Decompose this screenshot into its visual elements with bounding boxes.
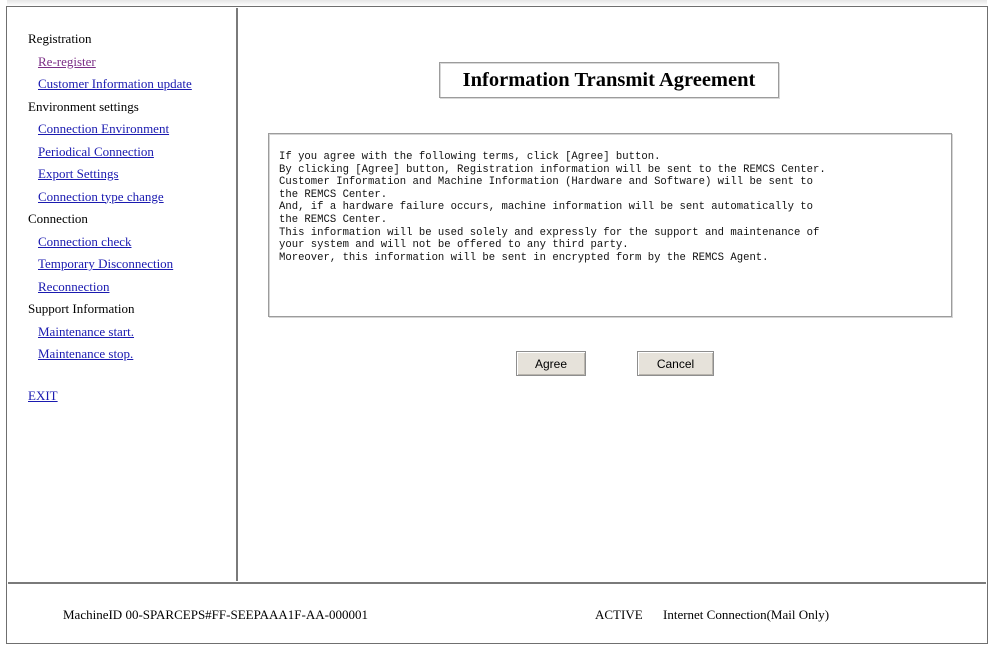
status-footer: MachineID 00-SPARCEPS#FF-SEEPAAA1F-AA-00… [8,582,986,643]
sidebar-item-periodical-connection[interactable]: Periodical Connection [28,141,154,164]
page-title: Information Transmit Agreement [439,62,779,98]
sidebar-item-re-register[interactable]: Re-register [28,51,96,74]
connection-type-text: Internet Connection(Mail Only) [663,607,830,622]
sidebar-item-connection-type-change[interactable]: Connection type change [28,186,164,209]
sidebar-item-connection-check[interactable]: Connection check [28,231,132,254]
terms-line: And, if a hardware failure occurs, machi… [279,201,814,214]
status-badge: ACTIVE [595,607,643,622]
sidebar-item-export-settings[interactable]: Export Settings [28,163,119,186]
main-panel: Information Transmit Agreement If you ag… [240,8,987,581]
sidebar-group-support-information: Support Information [28,301,135,316]
machine-id-text: MachineID 00-SPARCEPS#FF-SEEPAAA1F-AA-00… [63,607,368,622]
sidebar-item-customer-information-update[interactable]: Customer Information update [28,73,192,96]
sidebar: Registration Re-register Customer Inform… [8,8,238,581]
sidebar-item-maintenance-start[interactable]: Maintenance start. [28,321,134,344]
sidebar-group-registration: Registration [28,31,92,46]
terms-line: If you agree with the following terms, c… [279,151,661,163]
terms-line: By clicking [Agree] button, Registration… [279,163,826,176]
terms-line: Customer Information and Machine Informa… [279,176,814,189]
exit-link[interactable]: EXIT [28,388,58,404]
sidebar-item-connection-environment[interactable]: Connection Environment [28,118,169,141]
terms-line: This information will be used solely and… [279,226,820,239]
sidebar-item-maintenance-stop[interactable]: Maintenance stop. [28,343,133,366]
terms-text-box: If you agree with the following terms, c… [268,133,952,317]
sidebar-group-environment-settings: Environment settings [28,98,139,114]
terms-line: Moreover, this information will be sent … [279,251,769,264]
terms-line: the REMCS Center. [279,213,388,226]
agree-button[interactable]: Agree [516,351,586,376]
terms-line: your system and will not be offered to a… [279,239,629,252]
remcs-window: Registration Re-register Customer Inform… [6,6,988,644]
sidebar-item-temporary-disconnection[interactable]: Temporary Disconnection [28,253,173,276]
cancel-button[interactable]: Cancel [637,351,714,376]
sidebar-group-connection: Connection [28,211,88,226]
terms-line: the REMCS Center. [279,188,388,201]
sidebar-item-reconnection[interactable]: Reconnection [28,276,109,299]
